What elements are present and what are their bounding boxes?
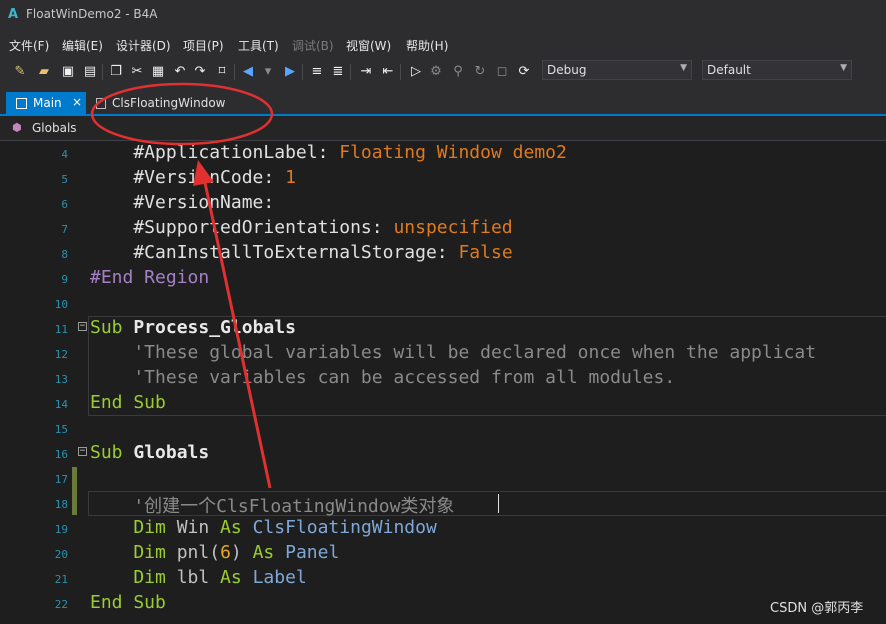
annotation-overlay: [90, 82, 274, 489]
annotation-arrow-shaft: [202, 177, 272, 489]
annotation-arrowhead: [193, 160, 214, 186]
watermark: CSDN @郭丙李: [770, 601, 864, 616]
annotation-circle: [90, 82, 274, 146]
